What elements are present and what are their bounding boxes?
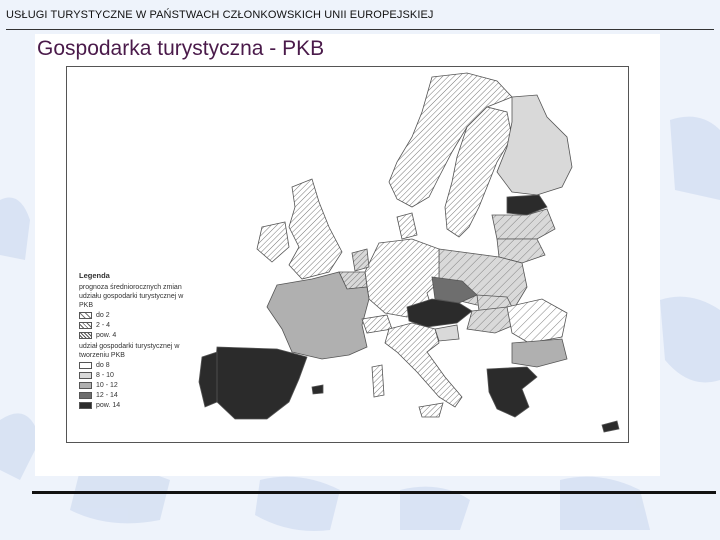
legend-swatch-hatch-1 <box>79 311 92 319</box>
legend-section-1-title: prognoza średniorocznych zmian udziału g… <box>79 284 184 309</box>
legend-label: 2 - 4 <box>96 321 111 329</box>
country-denmark <box>396 212 418 240</box>
legend-item: 2 - 4 <box>79 320 197 330</box>
legend-item: 8 - 10 <box>79 370 197 380</box>
footer-divider <box>32 491 716 494</box>
legend-label: pow. 14 <box>96 401 121 409</box>
legend-swatch-level-1 <box>79 361 92 369</box>
legend-label: 12 - 14 <box>96 391 118 399</box>
country-portugal <box>198 351 218 408</box>
country-ireland <box>256 221 290 263</box>
legend-swatch-level-5 <box>79 401 92 409</box>
country-greece <box>486 366 538 418</box>
legend-section-2-title: udział gospodarki turystycznej w tworzen… <box>79 343 180 359</box>
island-baleares <box>311 384 324 395</box>
slide-title: Gospodarka turystyczna - PKB <box>37 37 325 60</box>
island-sicily <box>418 402 444 418</box>
legend-item: pow. 14 <box>79 400 197 410</box>
country-romania <box>506 298 568 344</box>
legend-label: 10 - 12 <box>96 381 118 389</box>
country-netherlands <box>351 248 370 272</box>
legend-label: do 2 <box>96 311 110 319</box>
legend-item: pow. 4 <box>79 330 197 340</box>
legend-swatch-hatch-2 <box>79 321 92 329</box>
legend-swatch-level-4 <box>79 391 92 399</box>
legend-item: 10 - 12 <box>79 380 197 390</box>
country-bulgaria <box>511 338 568 368</box>
legend-swatch-hatch-3 <box>79 331 92 339</box>
legend-item: do 8 <box>79 360 197 370</box>
legend-swatch-level-3 <box>79 381 92 389</box>
country-united-kingdom <box>288 178 343 280</box>
map-legend: Legenda prognoza średniorocznych zmian u… <box>79 271 197 410</box>
legend-item: do 2 <box>79 310 197 320</box>
legend-item: 12 - 14 <box>79 390 197 400</box>
legend-label: pow. 4 <box>96 331 117 339</box>
legend-swatch-level-2 <box>79 371 92 379</box>
country-switzerland <box>361 314 393 334</box>
legend-title: Legenda <box>79 271 110 280</box>
legend-label: 8 - 10 <box>96 371 114 379</box>
country-finland <box>496 94 573 196</box>
country-cyprus <box>601 420 620 433</box>
island-sardinia <box>371 364 385 398</box>
country-spain <box>214 346 308 420</box>
legend-label: do 8 <box>96 361 110 369</box>
header-divider <box>6 29 714 30</box>
country-slovenia <box>434 324 460 342</box>
header-title: USŁUGI TURYSTYCZNE W PAŃSTWACH CZŁONKOWS… <box>6 9 434 21</box>
